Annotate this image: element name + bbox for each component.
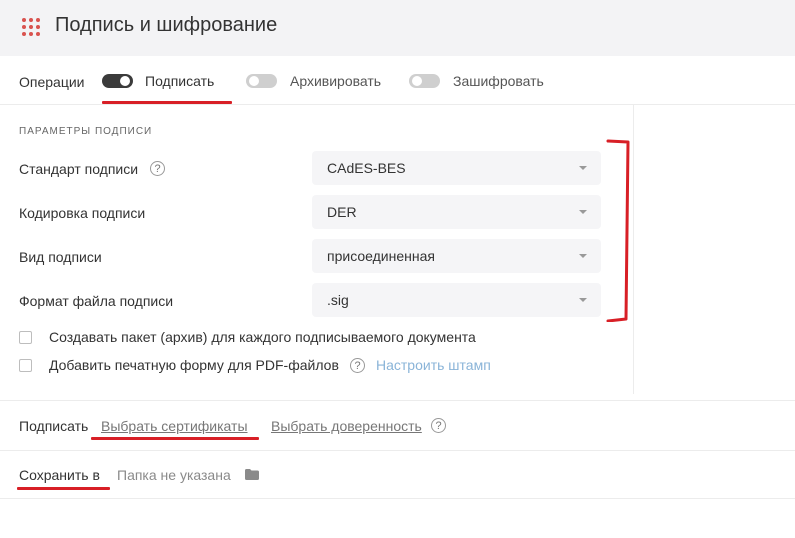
chevron-down-icon	[579, 210, 587, 214]
help-icon[interactable]: ?	[431, 418, 446, 433]
select-signature-file-format[interactable]: .sig	[312, 283, 601, 317]
checkbox-create-package[interactable]	[19, 331, 32, 344]
toggle-encrypt-label[interactable]: Зашифровать	[453, 73, 544, 89]
chevron-down-icon	[579, 298, 587, 302]
annotation-underline	[102, 101, 232, 104]
choose-power-of-attorney-link[interactable]: Выбрать доверенность	[271, 418, 422, 434]
page-title: Подпись и шифрование	[55, 14, 278, 36]
divider	[633, 104, 634, 394]
toggle-archive[interactable]	[246, 74, 277, 88]
checkbox-label[interactable]: Создавать пакет (архив) для каждого подп…	[49, 329, 476, 345]
folder-placeholder: Папка не указана	[117, 467, 231, 483]
sign-row: Подписать Выбрать сертификаты Выбрать до…	[0, 400, 795, 451]
select-signature-encoding[interactable]: DER	[312, 195, 601, 229]
operations-label: Операции	[19, 74, 85, 90]
save-row: Сохранить в Папка не указана	[0, 450, 795, 499]
grid-dots-icon[interactable]	[22, 18, 40, 36]
param-label-file-format: Формат файла подписи	[19, 293, 174, 309]
checkbox-pdf-print-form[interactable]	[19, 359, 32, 372]
configure-stamp-link[interactable]: Настроить штамп	[376, 357, 491, 373]
select-signature-type[interactable]: присоединенная	[312, 239, 601, 273]
checkbox-label[interactable]: Добавить печатную форму для PDF-файлов	[49, 357, 339, 373]
select-signature-standard[interactable]: CAdES-BES	[312, 151, 601, 185]
annotation-underline	[17, 487, 110, 490]
choose-certificates-link[interactable]: Выбрать сертификаты	[101, 418, 248, 434]
operations-row: Операции Подписать Архивировать Зашифров…	[0, 56, 795, 105]
folder-icon[interactable]	[245, 469, 259, 480]
sign-label: Подписать	[19, 418, 89, 434]
help-icon[interactable]: ?	[350, 358, 365, 373]
toggle-encrypt[interactable]	[409, 74, 440, 88]
annotation-underline	[91, 437, 259, 440]
toggle-sign-label[interactable]: Подписать	[145, 73, 214, 89]
select-value: .sig	[327, 292, 349, 308]
chevron-down-icon	[579, 166, 587, 170]
annotation-bracket	[606, 139, 630, 322]
page-header: Подпись и шифрование	[0, 0, 795, 56]
section-title-signature-params: ПАРАМЕТРЫ ПОДПИСИ	[19, 126, 153, 137]
select-value: CAdES-BES	[327, 160, 406, 176]
toggle-archive-label[interactable]: Архивировать	[290, 73, 381, 89]
toggle-sign[interactable]	[102, 74, 133, 88]
help-icon[interactable]: ?	[150, 161, 165, 176]
select-value: присоединенная	[327, 248, 435, 264]
save-label: Сохранить в	[19, 467, 100, 483]
param-label-standard: Стандарт подписи	[19, 161, 139, 177]
select-value: DER	[327, 204, 357, 220]
param-label-type: Вид подписи	[19, 249, 102, 265]
param-label-encoding: Кодировка подписи	[19, 205, 146, 221]
chevron-down-icon	[579, 254, 587, 258]
